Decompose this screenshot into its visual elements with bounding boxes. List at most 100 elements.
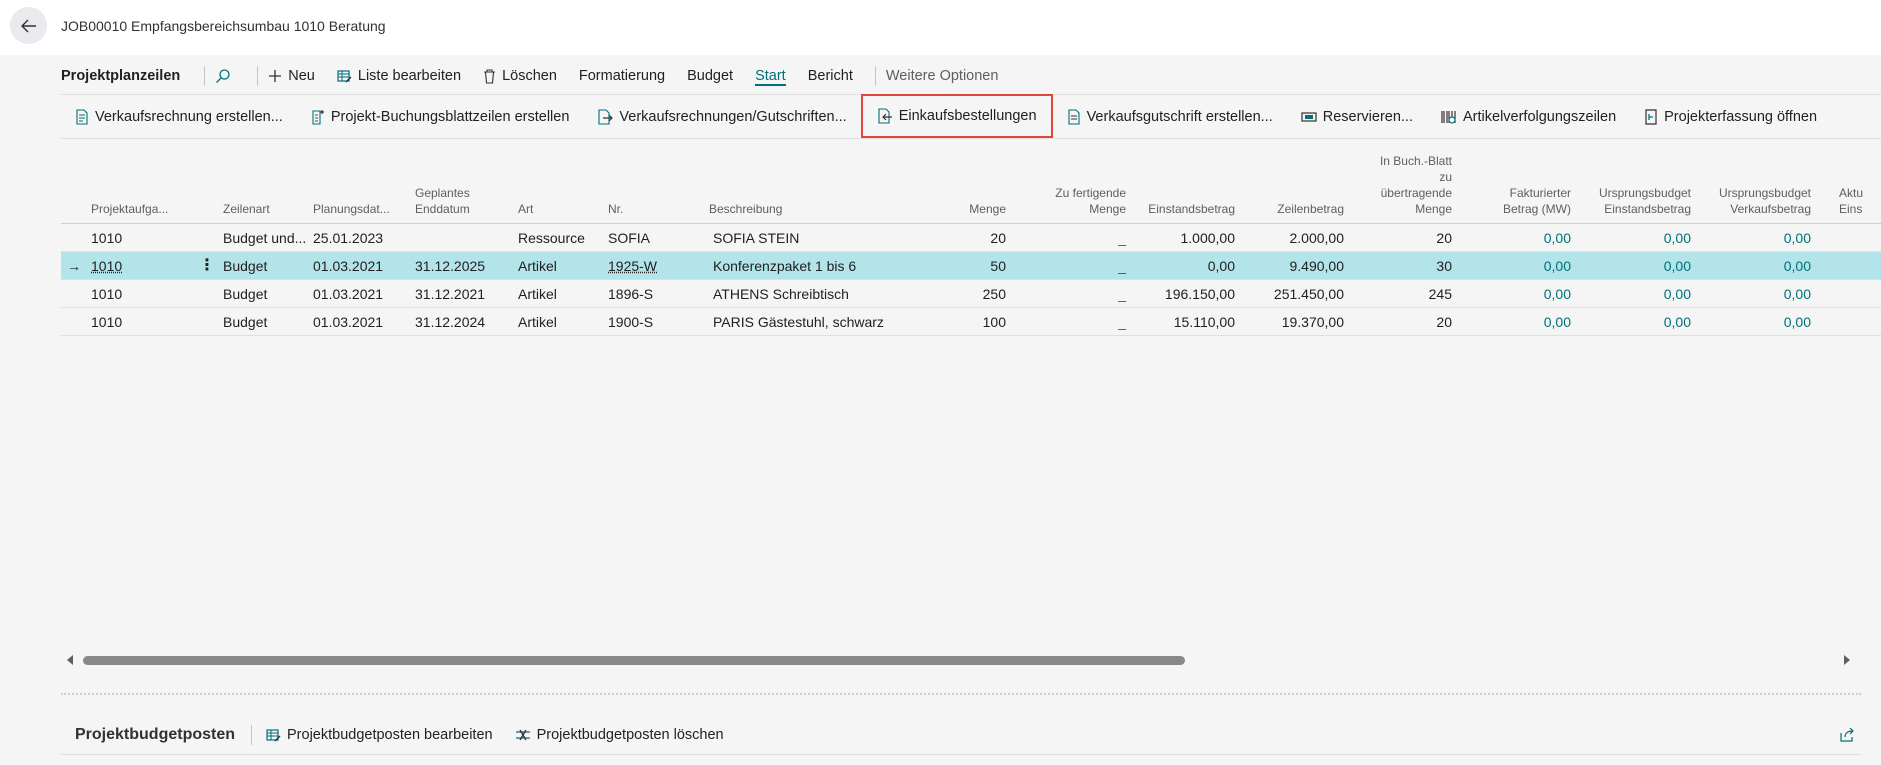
cell-qty-to-assemble[interactable]: _: [1021, 224, 1126, 252]
cell-qty-to-assemble[interactable]: _: [1021, 308, 1126, 336]
cell-quantity[interactable]: 100: [921, 308, 1006, 336]
header-line-amount[interactable]: Zeilenbetrag: [1241, 201, 1344, 217]
edit-budget-entries-button[interactable]: Projektbudgetposten bearbeiten: [266, 727, 493, 743]
scroll-left-icon[interactable]: [67, 655, 73, 665]
cell-invoiced-amount[interactable]: 0,00: [1461, 308, 1571, 336]
cell-line-type[interactable]: Budget: [223, 252, 267, 280]
create-sales-invoice-button[interactable]: Verkaufsrechnung erstellen...: [61, 96, 297, 138]
cell-no[interactable]: 1925-W: [608, 252, 657, 280]
cell-unit-cost[interactable]: 196.150,00: [1131, 280, 1235, 308]
cell-unit-cost[interactable]: 15.110,00: [1131, 308, 1235, 336]
create-credit-memo-button[interactable]: Verkaufsgutschrift erstellen...: [1053, 96, 1287, 138]
cell-unit-cost[interactable]: 1.000,00: [1131, 224, 1236, 252]
header-qty-to-transfer[interactable]: In Buch.-Blatt zu übertragende Menge: [1351, 153, 1452, 217]
cell-qty-to-assemble[interactable]: _: [1021, 252, 1126, 280]
header-description[interactable]: Beschreibung: [709, 201, 782, 217]
header-no[interactable]: Nr.: [608, 201, 623, 217]
cell-task[interactable]: 1010: [91, 252, 122, 280]
cell-quantity[interactable]: 50: [921, 252, 1006, 280]
cell-line-amount[interactable]: 9.490,00: [1241, 252, 1345, 280]
cell-description[interactable]: PARIS Gästestuhl, schwarz: [713, 308, 884, 336]
cell-line-amount[interactable]: 2.000,00: [1241, 224, 1345, 252]
scroll-right-icon[interactable]: [1844, 655, 1850, 665]
cell-qty-to-transfer[interactable]: 245: [1351, 280, 1452, 308]
more-options-button[interactable]: Weitere Optionen: [886, 68, 999, 84]
cell-end-date[interactable]: 31.12.2021: [415, 280, 485, 308]
cell-task[interactable]: 1010: [91, 224, 122, 252]
cell-qty-to-assemble[interactable]: _: [1021, 280, 1126, 308]
header-invoiced-amount[interactable]: Fakturierter Betrag (MW): [1461, 185, 1571, 217]
open-project-journal-button[interactable]: Projekterfassung öffnen: [1630, 96, 1831, 138]
cell-description[interactable]: SOFIA STEIN: [713, 224, 799, 252]
cell-line-amount[interactable]: 19.370,00: [1241, 308, 1344, 336]
cell-end-date[interactable]: 31.12.2024: [415, 308, 485, 336]
cell-task[interactable]: 1010: [91, 280, 122, 308]
cell-line-type[interactable]: Budget: [223, 280, 267, 308]
header-line-type[interactable]: Zeilenart: [223, 201, 270, 217]
reserve-button[interactable]: Reservieren...: [1287, 96, 1427, 138]
header-type[interactable]: Art: [518, 201, 533, 217]
cell-description[interactable]: Konferenzpaket 1 bis 6: [713, 252, 856, 280]
cell-orig-budget-cost[interactable]: 0,00: [1581, 252, 1691, 280]
cell-type[interactable]: Artikel: [518, 252, 557, 280]
table-row[interactable]: 1010 Budget 01.03.2021 31.12.2024 Artikel 190…: [61, 308, 1881, 336]
table-row[interactable]: 1010 Budget und... 25.01.2023 Ressource SOFI…: [61, 224, 1881, 252]
cell-orig-budget-sales[interactable]: 0,00: [1701, 252, 1811, 280]
cell-type[interactable]: Artikel: [518, 280, 557, 308]
cell-planning-date[interactable]: 25.01.2023: [313, 224, 383, 252]
report-menu[interactable]: Bericht: [808, 68, 853, 84]
cell-end-date[interactable]: 31.12.2025: [415, 252, 485, 280]
header-task[interactable]: Projektaufga...: [91, 201, 168, 217]
cell-orig-budget-cost[interactable]: 0,00: [1581, 308, 1691, 336]
header-planning-date[interactable]: Planungsdat...: [313, 201, 390, 217]
table-row[interactable]: → ⋮ 1010 Budget 01.03.2021 31.12.2025 Artikel 1…: [61, 252, 1881, 280]
cell-type[interactable]: Artikel: [518, 308, 557, 336]
cell-planning-date[interactable]: 01.03.2021: [313, 308, 383, 336]
cell-task[interactable]: 1010: [91, 308, 122, 336]
new-button[interactable]: Neu: [268, 68, 315, 84]
cell-qty-to-transfer[interactable]: 30: [1351, 252, 1452, 280]
cell-no[interactable]: SOFIA: [608, 224, 650, 252]
purchase-orders-button[interactable]: Einkaufsbestellungen: [860, 94, 1053, 138]
start-tab[interactable]: Start: [755, 66, 786, 86]
cell-unit-cost[interactable]: 0,00: [1131, 252, 1235, 280]
cell-orig-budget-cost[interactable]: 0,00: [1581, 224, 1691, 252]
share-button[interactable]: [1839, 727, 1855, 747]
cell-qty-to-transfer[interactable]: 20: [1351, 224, 1452, 252]
cell-no[interactable]: 1900-S: [608, 308, 653, 336]
cell-orig-budget-sales[interactable]: 0,00: [1701, 224, 1811, 252]
cell-line-type[interactable]: Budget und...: [223, 224, 306, 252]
header-qty-to-assemble[interactable]: Zu fertigende Menge: [1021, 185, 1126, 217]
cell-orig-budget-cost[interactable]: 0,00: [1581, 280, 1691, 308]
edit-list-button[interactable]: Liste bearbeiten: [337, 68, 461, 84]
scroll-thumb[interactable]: [83, 656, 1185, 665]
cell-invoiced-amount[interactable]: 0,00: [1461, 224, 1571, 252]
table-row[interactable]: 1010 Budget 01.03.2021 31.12.2021 Artikel 189…: [61, 280, 1881, 308]
cell-planning-date[interactable]: 01.03.2021: [313, 280, 383, 308]
cell-invoiced-amount[interactable]: 0,00: [1461, 280, 1571, 308]
budget-menu[interactable]: Budget: [687, 68, 733, 84]
header-quantity[interactable]: Menge: [921, 201, 1006, 217]
cell-orig-budget-sales[interactable]: 0,00: [1701, 308, 1811, 336]
cell-line-type[interactable]: Budget: [223, 308, 267, 336]
cell-qty-to-transfer[interactable]: 20: [1351, 308, 1452, 336]
create-journal-lines-button[interactable]: Projekt-Buchungsblattzeilen erstellen: [297, 96, 584, 138]
horizontal-scrollbar[interactable]: [61, 650, 1856, 670]
header-orig-budget-sales[interactable]: Ursprungsbudget Verkaufsbetrag: [1701, 185, 1811, 217]
cell-quantity[interactable]: 20: [921, 224, 1006, 252]
cell-line-amount[interactable]: 251.450,00: [1241, 280, 1344, 308]
delete-button[interactable]: Löschen: [483, 68, 557, 84]
search-button[interactable]: [215, 68, 237, 84]
cell-orig-budget-sales[interactable]: 0,00: [1701, 280, 1811, 308]
header-orig-budget-cost[interactable]: Ursprungsbudget Einstandsbetrag: [1581, 185, 1691, 217]
header-unit-cost[interactable]: Einstandsbetrag: [1131, 201, 1235, 217]
cell-description[interactable]: ATHENS Schreibtisch: [713, 280, 849, 308]
cell-no[interactable]: 1896-S: [608, 280, 653, 308]
cell-quantity[interactable]: 250: [921, 280, 1006, 308]
cell-planning-date[interactable]: 01.03.2021: [313, 252, 383, 280]
row-actions-icon[interactable]: ⋮: [199, 252, 215, 280]
header-end-date[interactable]: Geplantes Enddatum: [415, 185, 470, 217]
back-button[interactable]: [10, 7, 47, 44]
delete-budget-entries-button[interactable]: Projektbudgetposten löschen: [515, 727, 724, 743]
header-actual-cost[interactable]: Aktu Eins: [1839, 185, 1863, 217]
